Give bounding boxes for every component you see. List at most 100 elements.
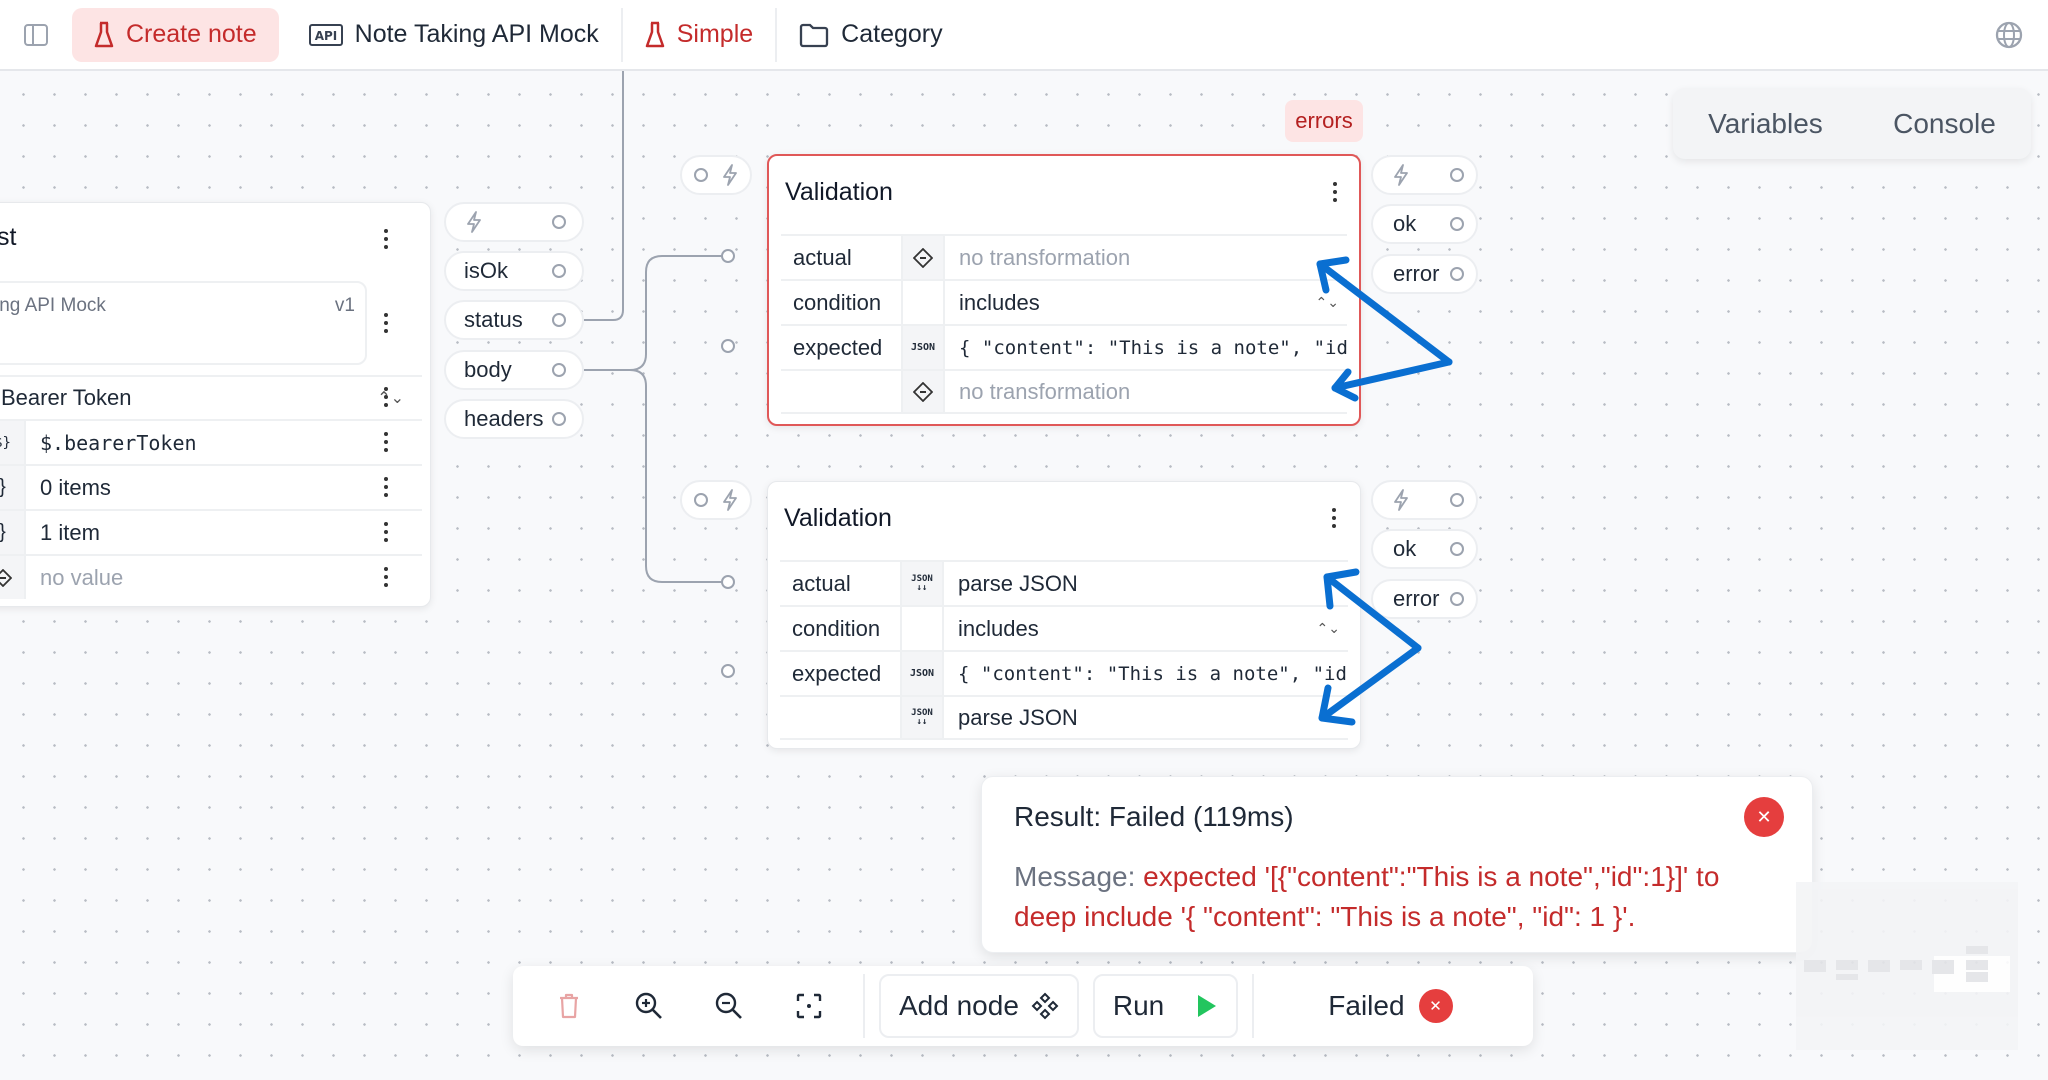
output-isok-port[interactable]: isOk (444, 251, 584, 291)
add-node-button[interactable]: Add node (879, 974, 1079, 1038)
sidebar-toggle-button[interactable] (0, 0, 72, 70)
actual-transform[interactable]: parse JSON (944, 571, 1348, 597)
port-circle[interactable] (552, 363, 566, 377)
input-trigger-port[interactable] (680, 480, 752, 520)
api-version: v1 (334, 295, 355, 316)
row-menu-button[interactable] (376, 563, 396, 591)
auth-row[interactable]: Bearer Token ⌃⌄ (0, 375, 422, 419)
row-menu-button[interactable] (376, 428, 396, 456)
close-result-button[interactable]: ✕ (1744, 797, 1784, 837)
actual-row[interactable]: actual JSON ↓↓ parse JSON (780, 560, 1348, 605)
row-menu-button[interactable] (376, 473, 396, 501)
node-title: Validation (784, 504, 892, 532)
transform-icon (901, 236, 945, 279)
object-icon: } (0, 466, 26, 509)
port-circle[interactable] (552, 313, 566, 327)
input-trigger-port[interactable] (680, 155, 752, 195)
port-circle[interactable] (1450, 542, 1464, 556)
expected-value[interactable]: { "content": "This is a note", "id": 1 } (944, 663, 1348, 685)
run-button[interactable]: Run (1092, 974, 1239, 1038)
validation-node-2[interactable]: Validation actual JSON ↓↓ parse JSON cond… (767, 481, 1361, 749)
lightning-icon (1394, 489, 1408, 511)
output-trigger-port[interactable] (1371, 155, 1478, 195)
output-headers-port[interactable]: headers (444, 399, 584, 439)
expected-transform-row[interactable]: JSON ↓↓ parse JSON (780, 695, 1348, 740)
minimap-node (1966, 946, 1988, 954)
expected-transform[interactable]: no transformation (945, 379, 1347, 405)
select-chevron-icon: ⌃⌄ (1315, 294, 1339, 310)
actual-row[interactable]: actual no transformation (781, 234, 1347, 279)
minimap[interactable] (1796, 882, 2018, 1050)
port-circle[interactable] (694, 168, 708, 182)
expected-transform[interactable]: parse JSON (944, 705, 1348, 731)
fit-view-icon (796, 993, 822, 1019)
port-circle[interactable] (694, 493, 708, 507)
request-row[interactable]: } 0 items (0, 464, 422, 509)
output-status-port[interactable]: status (444, 300, 584, 340)
request-row[interactable]: no value (0, 554, 422, 599)
port-label: headers (464, 406, 544, 431)
play-icon (1198, 995, 1217, 1017)
output-error-port[interactable]: error (1371, 254, 1478, 294)
tab-category[interactable]: Category (777, 8, 964, 62)
empty-icon-cell (900, 607, 944, 650)
fit-view-button[interactable] (769, 966, 849, 1046)
condition-select[interactable]: includes (944, 616, 1317, 642)
minimap-node (1868, 960, 1890, 972)
tab-simple[interactable]: Simple (623, 7, 778, 62)
port-label: isOk (464, 258, 508, 283)
zoom-in-button[interactable] (609, 966, 689, 1046)
row-menu-button[interactable] (376, 518, 396, 546)
row-label: condition (792, 615, 881, 641)
condition-row[interactable]: condition includes ⌃⌄ (780, 605, 1348, 650)
port-circle[interactable] (552, 215, 566, 229)
request-node[interactable]: st ing API Mock v1 Bearer Token ⌃⌄ $} $.… (0, 202, 431, 607)
tab-console[interactable]: Console (1893, 108, 1996, 140)
node-menu-button[interactable] (1325, 178, 1345, 206)
port-circle[interactable] (552, 264, 566, 278)
toolbar-divider (1252, 974, 1255, 1038)
output-ok-port[interactable]: ok (1371, 529, 1478, 569)
zoom-out-button[interactable] (689, 966, 769, 1046)
tab-variables[interactable]: Variables (1708, 108, 1823, 140)
output-trigger-port[interactable] (1371, 480, 1478, 520)
tab-api[interactable]: API Note Taking API Mock (287, 7, 623, 62)
output-trigger-port[interactable] (444, 202, 584, 242)
port-circle[interactable] (552, 412, 566, 426)
condition-select[interactable]: includes (945, 290, 1316, 316)
tab-create-note[interactable]: Create note (72, 7, 279, 62)
language-button[interactable] (1994, 20, 2024, 55)
output-error-port[interactable]: error (1371, 579, 1478, 619)
tab-label: Create note (126, 20, 257, 48)
run-label: Run (1112, 990, 1165, 1021)
auth-menu-button[interactable] (376, 383, 396, 411)
port-circle[interactable] (1450, 267, 1464, 281)
api-selector[interactable]: ing API Mock v1 (0, 281, 367, 365)
request-row[interactable]: $} $.bearerToken (0, 419, 422, 464)
node-menu-button[interactable] (1324, 504, 1344, 532)
port-circle[interactable] (1450, 217, 1464, 231)
validation-node-1[interactable]: Validation actual no transformation cond… (767, 154, 1361, 426)
expected-transform-row[interactable]: no transformation (781, 369, 1347, 414)
row-value: $.bearerToken (40, 430, 197, 455)
select-chevron-icon: ⌃⌄ (1316, 620, 1340, 636)
api-menu-button[interactable] (376, 309, 396, 337)
request-row[interactable]: } 1 item (0, 509, 422, 554)
expected-value[interactable]: { "content": "This is a note", "id": 1 } (945, 337, 1347, 359)
json-icon: JSON (900, 652, 944, 695)
delete-button[interactable] (529, 966, 609, 1046)
port-circle[interactable] (1450, 493, 1464, 507)
condition-row[interactable]: condition includes ⌃⌄ (781, 279, 1347, 324)
tab-label: Note Taking API Mock (354, 20, 599, 48)
actual-transform[interactable]: no transformation (945, 245, 1347, 271)
node-menu-button[interactable] (376, 225, 396, 253)
port-label: ok (1393, 211, 1417, 236)
port-circle[interactable] (1450, 168, 1464, 182)
expected-row[interactable]: expected JSON { "content": "This is a no… (780, 650, 1348, 695)
output-ok-port[interactable]: ok (1371, 204, 1478, 244)
expected-row[interactable]: expected JSON { "content": "This is a no… (781, 324, 1347, 369)
output-body-port[interactable]: body (444, 350, 584, 390)
message-prefix: Message: (1014, 861, 1144, 892)
minimap-node (1932, 960, 1954, 974)
port-circle[interactable] (1450, 592, 1464, 606)
